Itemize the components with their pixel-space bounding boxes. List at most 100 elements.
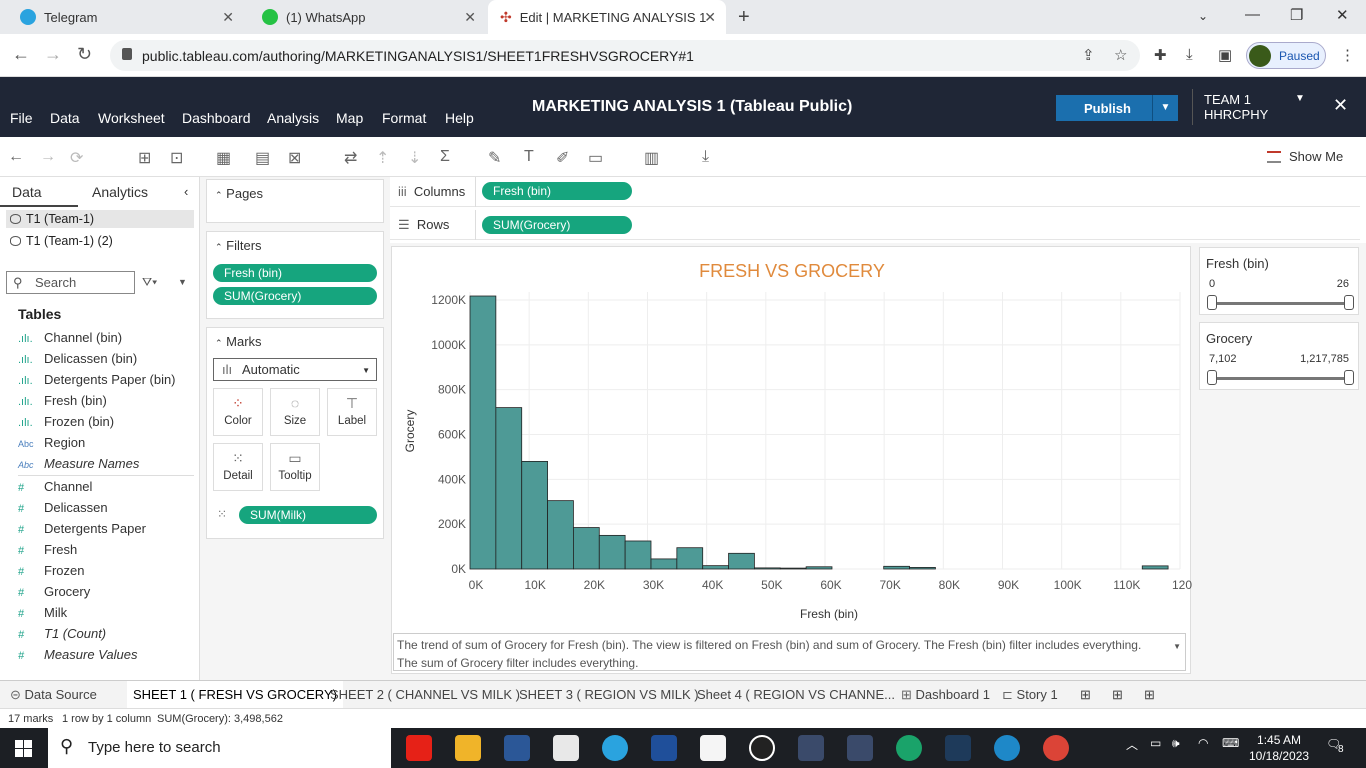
restore-icon[interactable]: ❐ — [1290, 6, 1303, 24]
tab-data-source[interactable]: ⊝ Data Source — [4, 681, 103, 708]
browser-tab-whatsapp[interactable]: (1) WhatsApp ✕ — [250, 0, 486, 34]
rows-shelf[interactable]: ☰ Rows SUM(Grocery) — [390, 210, 1360, 240]
bookmark-star-icon[interactable]: ☆ — [1114, 46, 1127, 64]
telegram-icon[interactable] — [602, 735, 628, 761]
rows-pill-sum-grocery[interactable]: SUM(Grocery) — [482, 216, 632, 234]
presentation-icon[interactable]: ▥ — [644, 148, 659, 168]
miro-icon[interactable] — [651, 735, 677, 761]
wifi-icon[interactable]: ◠ — [1198, 736, 1208, 750]
window-close-icon[interactable]: ✕ — [1336, 6, 1349, 24]
filter-pill-fresh-bin[interactable]: Fresh (bin) — [213, 264, 377, 282]
team-menu[interactable]: TEAM 1 HHRCPHY — [1204, 92, 1268, 122]
totals-icon[interactable]: Σ — [440, 148, 450, 166]
pane-menu-icon[interactable]: ▼ — [178, 277, 187, 287]
new-worksheet-icon[interactable]: ▦ — [216, 148, 231, 168]
caption-box[interactable]: The trend of sum of Grocery for Fresh (b… — [393, 633, 1186, 671]
columns-pill-fresh-bin[interactable]: Fresh (bin) — [482, 182, 632, 200]
show-labels-icon[interactable]: T — [524, 148, 534, 166]
tab-sheet-3[interactable]: SHEET 3 ( REGION VS MILK ) — [513, 681, 705, 708]
label-button[interactable]: ⊤ Label — [327, 388, 377, 436]
replay-icon[interactable]: ⟳ — [70, 148, 83, 168]
field-item[interactable]: # Milk — [18, 602, 198, 623]
extensions-icon[interactable]: ✚ — [1154, 46, 1167, 64]
tableau-public-icon[interactable] — [847, 735, 873, 761]
browser-tab-tableau[interactable]: ✣ Edit | MARKETING ANALYSIS 1 ✕ — [488, 0, 726, 34]
keyboard-icon[interactable]: ⌨ — [1222, 736, 1239, 750]
publish-dropdown-icon[interactable]: ▼ — [1152, 95, 1178, 121]
mail-icon[interactable] — [553, 735, 579, 761]
tab-sheet-4[interactable]: Sheet 4 ( REGION VS CHANNE... — [691, 681, 901, 708]
menu-format[interactable]: Format — [382, 110, 426, 126]
highlight-icon[interactable]: ✎ — [488, 148, 501, 168]
tab-search-icon[interactable]: ⌄ — [1198, 9, 1208, 23]
columns-shelf[interactable]: iii Columns Fresh (bin) — [390, 177, 1360, 207]
fit-icon[interactable]: ▭ — [588, 148, 603, 168]
search-field[interactable]: ⚲ Search — [6, 271, 135, 294]
field-item[interactable]: .ılı. Detergents Paper (bin) — [18, 369, 198, 390]
field-item[interactable]: .ılı. Delicassen (bin) — [18, 348, 198, 369]
field-item[interactable]: Abc Region — [18, 432, 198, 453]
tooltip-button[interactable]: ▭ Tooltip — [270, 443, 320, 491]
sort-ascending-icon[interactable]: ⇡ — [376, 148, 389, 168]
menu-dashboard[interactable]: Dashboard — [182, 110, 251, 126]
range-slider-min-handle[interactable] — [1207, 370, 1217, 385]
tab-story-1[interactable]: ⊏ Story 1 — [996, 681, 1064, 708]
new-dashboard-tab-icon[interactable]: ⊞ — [1106, 681, 1129, 708]
field-item[interactable]: # Channel — [18, 476, 198, 497]
download-icon[interactable]: ⤓ — [702, 148, 709, 166]
clear-sheet-icon[interactable]: ⊠ — [288, 148, 301, 168]
menu-file[interactable]: File — [10, 110, 33, 126]
detail-pill-sum-milk[interactable]: SUM(Milk) — [239, 506, 377, 524]
range-slider-max-handle[interactable] — [1344, 295, 1354, 310]
menu-data[interactable]: Data — [50, 110, 80, 126]
size-button[interactable]: ◌ Size — [270, 388, 320, 436]
field-item[interactable]: # Measure Values — [18, 644, 198, 665]
mark-type-select[interactable]: ılı Automatic ▼ — [213, 358, 377, 381]
new-datasource-icon[interactable]: ⊞ — [138, 148, 151, 168]
caption-menu-icon[interactable]: ▼ — [1173, 638, 1181, 656]
swap-icon[interactable]: ⇄ — [344, 148, 357, 168]
battery-icon[interactable]: ▭ — [1150, 736, 1161, 750]
word-icon[interactable] — [504, 735, 530, 761]
volume-icon[interactable]: 🕪 — [1172, 736, 1180, 751]
field-item[interactable]: # Grocery — [18, 581, 198, 602]
range-slider-max-handle[interactable] — [1344, 370, 1354, 385]
team-dropdown-icon[interactable]: ▼ — [1295, 93, 1305, 104]
tab-analytics[interactable]: Analytics — [92, 184, 148, 200]
histogram-chart[interactable]: FRESH VS GROCERY 0K 10K 20K 30K 40K 50K 60K 70K 8… — [392, 247, 1200, 632]
collapse-pane-icon[interactable]: ‹ — [184, 184, 188, 199]
pages-card[interactable]: ⌃ Pages — [206, 179, 384, 223]
undo-icon[interactable]: ← — [8, 148, 24, 166]
windows-start-icon[interactable] — [15, 740, 32, 757]
duplicate-sheet-icon[interactable]: ▤ — [255, 148, 270, 168]
field-item[interactable]: # T1 (Count) — [18, 623, 198, 644]
edge-icon[interactable] — [994, 735, 1020, 761]
field-item[interactable]: # Frozen — [18, 560, 198, 581]
format-workbook-icon[interactable]: ✐ — [556, 148, 569, 168]
url-field[interactable]: public.tableau.com/authoring/MARKETINGAN… — [110, 40, 1140, 71]
tableau-icon[interactable] — [798, 735, 824, 761]
tab-sheet-2[interactable]: SHEET 2 ( CHANNEL VS MILK ) — [324, 681, 526, 708]
taskbar-search-field[interactable]: ⚲ Type here to search — [48, 728, 391, 768]
terminal-icon[interactable] — [945, 735, 971, 761]
browser-menu-icon[interactable]: ⋮ — [1340, 46, 1355, 64]
color-button[interactable]: ⁘ Color — [213, 388, 263, 436]
menu-help[interactable]: Help — [445, 110, 474, 126]
field-item[interactable]: Abc Measure Names — [18, 453, 198, 474]
menu-map[interactable]: Map — [336, 110, 363, 126]
reload-icon[interactable]: ↻ — [77, 44, 92, 65]
new-worksheet-tab-icon[interactable]: ⊞ — [1074, 681, 1097, 708]
datasource-item[interactable]: T1 (Team-1) — [6, 210, 194, 228]
github-icon[interactable] — [749, 735, 775, 761]
close-tab-icon[interactable]: ✕ — [704, 9, 716, 26]
menu-analysis[interactable]: Analysis — [267, 110, 319, 126]
minimize-icon[interactable]: — — [1245, 6, 1260, 23]
browser-tab-telegram[interactable]: Telegram ✕ — [8, 0, 244, 34]
tray-chevron-icon[interactable]: ︿ — [1126, 736, 1138, 753]
back-icon[interactable]: ← — [12, 44, 30, 65]
app-icon[interactable] — [896, 735, 922, 761]
app-icon[interactable] — [700, 735, 726, 761]
forward-icon[interactable]: → — [44, 44, 62, 65]
pause-updates-icon[interactable]: ⊡ — [170, 148, 183, 168]
range-slider-track[interactable] — [1212, 302, 1349, 305]
